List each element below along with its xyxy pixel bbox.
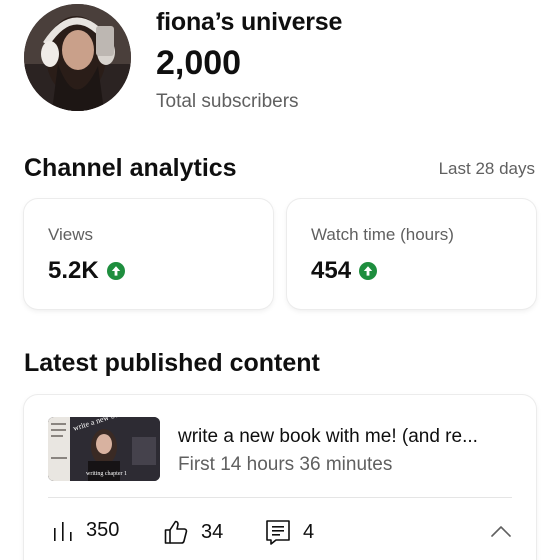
subscriber-label: Total subscribers (156, 91, 299, 112)
comment-icon (266, 520, 290, 545)
views-card[interactable]: Views 5.2K (24, 199, 273, 309)
bar-chart-icon (54, 521, 72, 541)
chevron-up-icon[interactable] (490, 524, 512, 538)
comments-count: 4 (303, 520, 315, 543)
arrow-up-circle-icon (106, 262, 125, 280)
thumbnail-caption: writing chapter 1 (86, 471, 127, 477)
video-title[interactable]: write a new book with me! (and re... (178, 426, 478, 448)
views-count: 350 (86, 519, 120, 541)
views-stat: 350 (52, 519, 119, 542)
watch-time-card[interactable]: Watch time (hours) 454 (287, 199, 536, 309)
arrow-up-circle-icon (359, 262, 378, 280)
watch-time-value-row: 454 (311, 257, 378, 285)
analytics-title: Channel analytics (24, 154, 237, 182)
subscriber-count: 2,000 (156, 44, 242, 82)
date-range[interactable]: Last 28 days (439, 159, 535, 179)
latest-content-title: Latest published content (24, 349, 320, 377)
comments-stat: 4 (265, 519, 314, 545)
channel-name: fiona’s universe (156, 8, 343, 36)
channel-avatar[interactable] (24, 4, 131, 111)
likes-stat: 34 (163, 519, 223, 545)
video-period: First 14 hours 36 minutes (178, 454, 393, 475)
video-thumbnail[interactable]: write a new book with me writing chapter… (48, 417, 160, 481)
views-value: 5.2K (48, 257, 99, 284)
channel-header: fiona’s universe 2,000 Total subscribers (0, 0, 560, 120)
watch-time-label: Watch time (hours) (311, 225, 454, 244)
latest-video-card[interactable]: write a new book with me writing chapter… (24, 395, 536, 560)
views-value-row: 5.2K (48, 257, 125, 285)
views-label: Views (48, 225, 94, 244)
thumbs-up-icon (164, 520, 188, 544)
divider (48, 497, 512, 498)
watch-time-value: 454 (311, 257, 352, 284)
likes-count: 34 (201, 520, 224, 543)
